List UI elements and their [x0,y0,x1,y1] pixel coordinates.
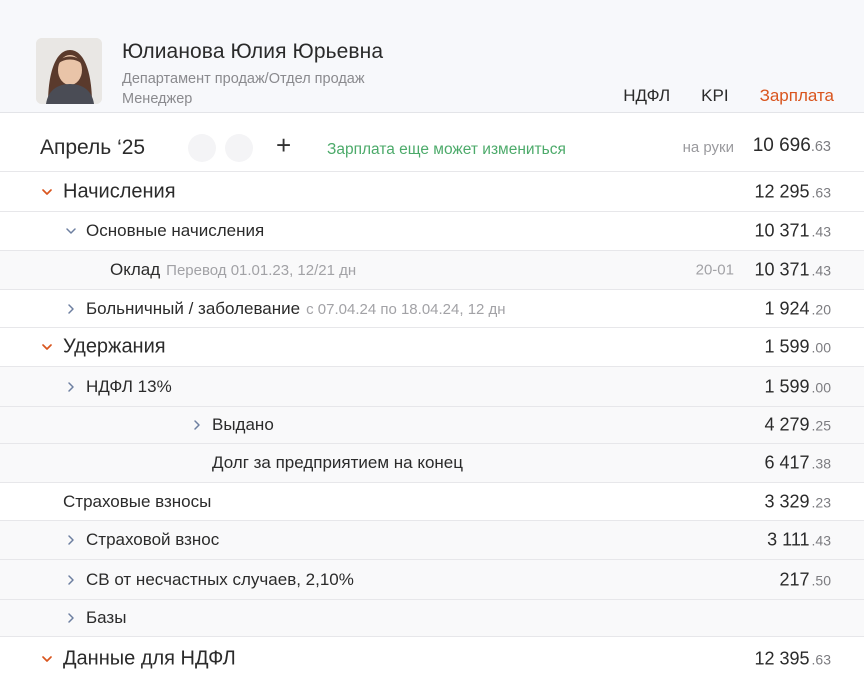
chevron-right-icon[interactable] [64,533,78,547]
row-label: СВ от несчастных случаев, 2,10% [86,569,354,589]
row-amount: 10 371.43 [754,259,831,280]
row-amount: 3 329.23 [764,491,831,511]
row-label: Выдано [212,415,274,434]
row-label: Страховой взнос [86,530,220,549]
row-amount: 1 924.20 [764,298,831,318]
row-label: Начисления [63,180,176,202]
row-note: Перевод 01.01.23, 12/21 дн [166,262,357,279]
chevron-right-icon[interactable] [64,302,78,316]
period-placeholder-dot [225,134,253,162]
row-amount: 4 279.25 [764,414,831,435]
employee-department: Департамент продаж/Отдел продаж [122,71,365,87]
group-bases[interactable]: Базы [0,600,864,637]
row-amount: 12 395.63 [754,648,831,669]
section-ndfl-data[interactable]: Данные для НДФЛ 12 395.63 [0,637,864,681]
chevron-right-icon[interactable] [64,573,78,587]
group-ndfl[interactable]: НДФЛ 13% 1 599.00 [0,367,864,407]
group-issued[interactable]: Выдано 4 279.25 [0,407,864,444]
chevron-down-icon[interactable] [40,652,54,666]
tab-ndfl[interactable]: НДФЛ [623,86,670,106]
row-label: Данные для НДФЛ [63,647,236,670]
chevron-right-icon[interactable] [190,418,204,432]
period-month[interactable]: Апрель ‘25 [40,136,145,160]
row-code: 20-01 [695,261,734,279]
onhand-amount: 10 696.63 [752,135,831,156]
employee-role: Менеджер [122,91,193,107]
row-amount: 1 599.00 [764,336,831,357]
employee-header: Юлианова Юлия Юрьевна Департамент продаж… [0,0,864,113]
salary-warning: Зарплата еще может измениться [327,141,566,158]
row-amount: 6 417.38 [764,452,831,473]
avatar-photo [36,38,102,104]
row-label: Больничный / заболевание с 07.04.24 по 18… [86,298,506,318]
group-insurance-contribution[interactable]: Страховой взнос 3 111.43 [0,521,864,560]
avatar[interactable] [36,38,102,104]
add-icon[interactable]: + [276,132,291,158]
row-label: НДФЛ 13% [86,376,172,396]
chevron-right-icon[interactable] [64,611,78,625]
row-label: Основные начисления [86,221,265,240]
row-label: Оклад Перевод 01.01.23, 12/21 дн [110,260,357,279]
group-sick-leave[interactable]: Больничный / заболевание с 07.04.24 по 18… [0,290,864,328]
tab-bar: НДФЛ KPI Зарплата [623,86,834,106]
onhand-label: на руки [682,139,734,156]
chevron-down-icon[interactable] [64,224,78,238]
row-label: Страховые взносы [63,491,212,511]
row-amount: 217.50 [779,569,831,589]
chevron-down-icon[interactable] [40,185,54,199]
group-main-accruals[interactable]: Основные начисления 10 371.43 [0,212,864,251]
item-salary[interactable]: Оклад Перевод 01.01.23, 12/21 дн 20-01 10… [0,251,864,290]
row-amount: 3 111.43 [767,529,831,550]
section-accruals[interactable]: Начисления 12 295.63 [0,172,864,212]
row-label: Долг за предприятием на конец [212,453,463,472]
period-bar: Апрель ‘25 + Зарплата еще может изменить… [0,113,864,172]
row-note: с 07.04.24 по 18.04.24, 12 дн [306,300,506,318]
row-amount: 10 371.43 [754,220,831,241]
tab-kpi[interactable]: KPI [701,86,728,106]
employee-name: Юлианова Юлия Юрьевна [122,40,384,63]
section-deductions[interactable]: Удержания 1 599.00 [0,328,864,367]
row-label: Базы [86,608,127,627]
group-accident-insurance[interactable]: СВ от несчастных случаев, 2,10% 217.50 [0,560,864,600]
tab-salary[interactable]: Зарплата [760,86,834,106]
row-amount: 1 599.00 [764,376,831,396]
chevron-down-icon[interactable] [40,340,54,354]
row-label: Удержания [63,335,166,358]
section-insurance: Страховые взносы 3 329.23 [0,483,864,521]
row-amount: 12 295.63 [754,181,831,201]
item-employer-debt: Долг за предприятием на конец 6 417.38 [0,444,864,483]
period-placeholder-dot [188,134,216,162]
chevron-right-icon[interactable] [64,380,78,394]
